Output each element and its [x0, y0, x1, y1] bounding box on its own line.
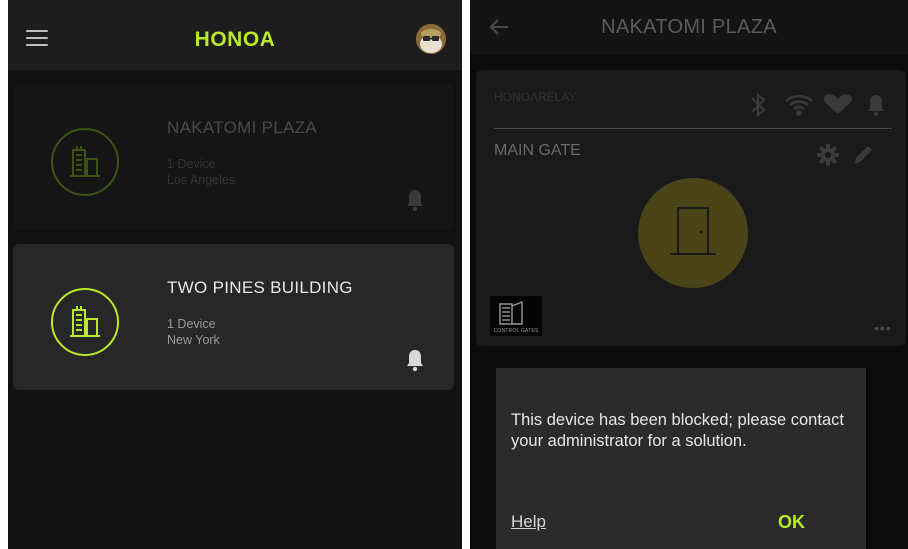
- location-name: TWO PINES BUILDING: [167, 278, 353, 297]
- bluetooth-icon: [751, 92, 766, 118]
- device-count: 1 Device: [167, 317, 216, 331]
- heart-icon: [824, 94, 852, 114]
- pencil-icon: [854, 146, 872, 164]
- device-status-icons: [746, 92, 896, 123]
- app-title: HONOA: [194, 28, 276, 51]
- ok-button[interactable]: OK: [778, 512, 805, 533]
- divider: [494, 128, 892, 129]
- location-card-two-pines-building[interactable]: TWO PINES BUILDING 1 Device New York: [13, 244, 454, 390]
- device-detail-screen: NAKATOMI PLAZA HONOARELAY MAIN GATE CONT…: [470, 0, 908, 549]
- door-button[interactable]: [638, 178, 748, 288]
- location-city: New York: [167, 333, 220, 347]
- device-count: 1 Device: [167, 157, 216, 171]
- top-app-bar: HONOA: [8, 0, 462, 70]
- help-link[interactable]: Help: [511, 512, 546, 532]
- relay-label: HONOARELAY: [494, 90, 577, 104]
- control-gates-logo: CONTROL GATES: [490, 296, 542, 336]
- location-city: Los Angeles: [167, 173, 236, 187]
- bell-icon[interactable]: [405, 348, 425, 377]
- page-title: NAKATOMI PLAZA: [601, 16, 777, 38]
- user-avatar-icon[interactable]: [416, 24, 446, 54]
- gear-icon: [817, 144, 839, 166]
- location-name: NAKATOMI PLAZA: [167, 118, 317, 137]
- wifi-icon: [785, 94, 813, 116]
- locations-screen: HONOA NAKATOMI PLAZA 1 Device Los Angele…: [8, 0, 462, 549]
- building-icon: [49, 286, 121, 363]
- blocked-device-dialog: This device has been blocked; please con…: [496, 368, 866, 549]
- detail-top-bar: NAKATOMI PLAZA: [470, 0, 908, 54]
- door-icon: [670, 207, 716, 255]
- gate-tools: [816, 142, 876, 173]
- building-icon: [49, 126, 121, 203]
- bell-icon: [868, 95, 884, 116]
- device-card: HONOARELAY MAIN GATE CONTROL GATES •••: [476, 70, 906, 346]
- more-options-icon[interactable]: •••: [874, 320, 892, 336]
- dialog-message: This device has been blocked; please con…: [511, 411, 844, 450]
- location-card-nakatomi-plaza[interactable]: NAKATOMI PLAZA 1 Device Los Angeles: [13, 84, 454, 230]
- gate-name: MAIN GATE: [494, 142, 581, 159]
- bell-icon[interactable]: [405, 188, 425, 217]
